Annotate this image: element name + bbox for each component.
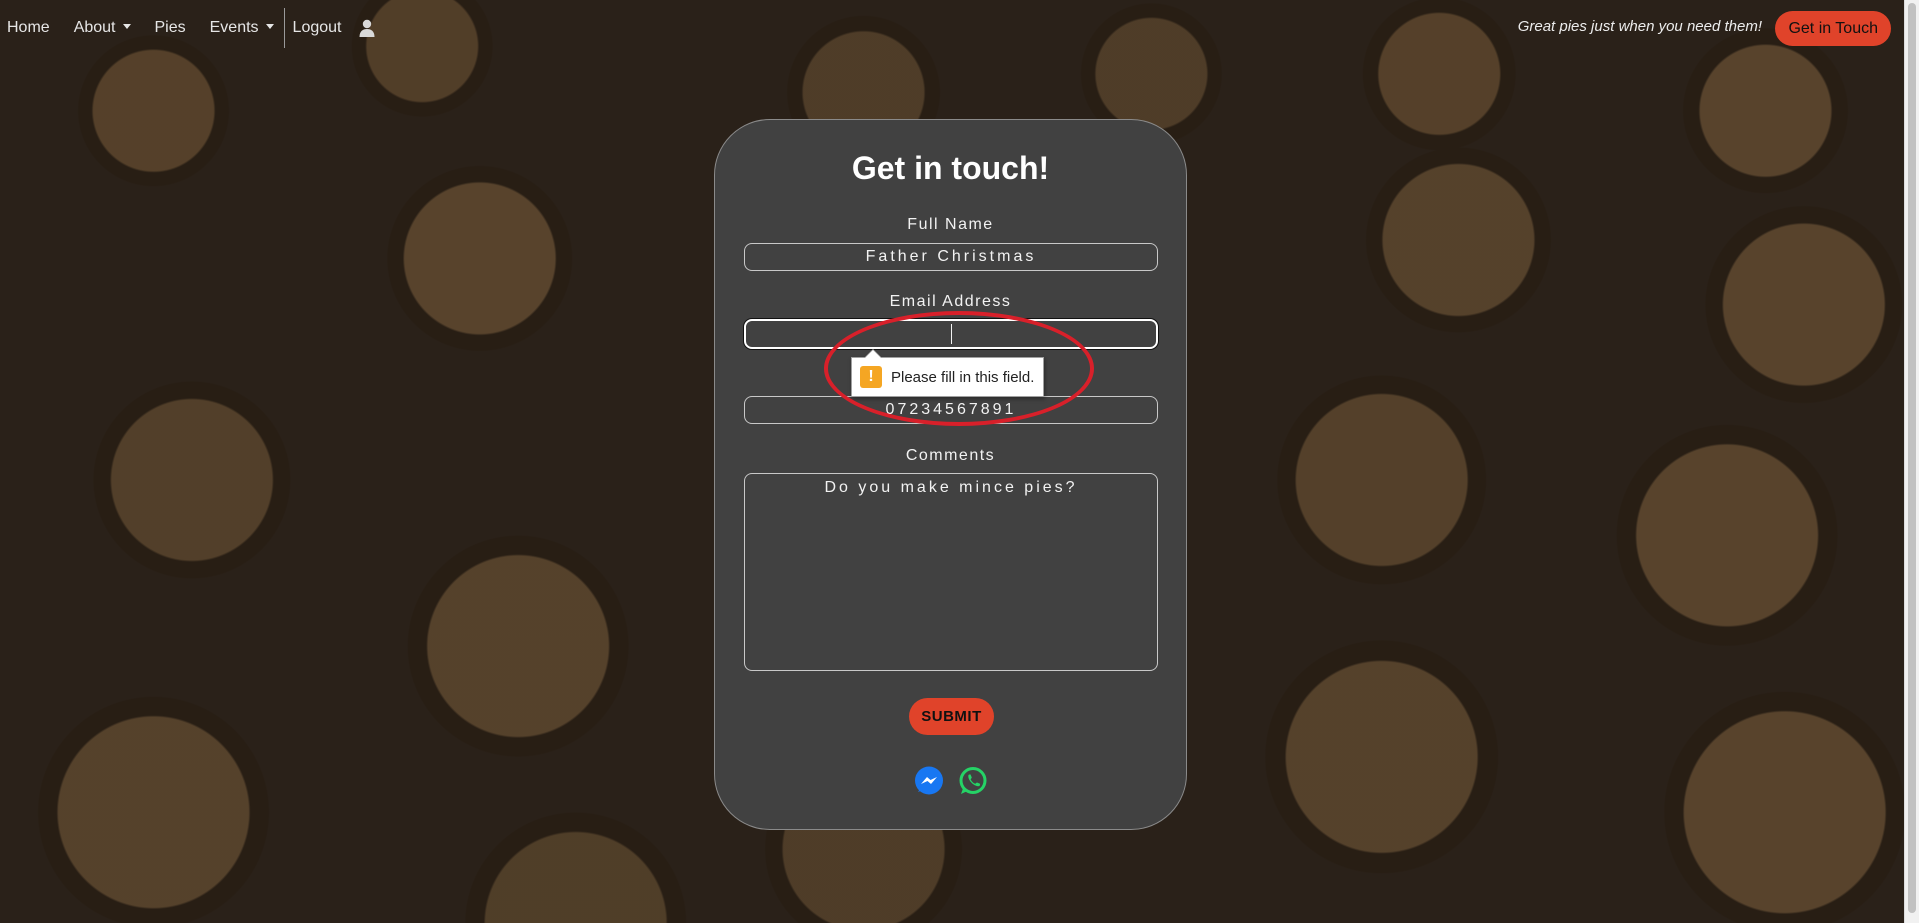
nav-events-label: Events	[209, 19, 259, 36]
nav-events-dropdown[interactable]: Events	[210, 19, 274, 37]
email-label: Email Address	[889, 293, 1012, 310]
nav-home-link[interactable]: Home	[7, 19, 50, 37]
whatsapp-icon[interactable]	[958, 766, 988, 796]
nav-about-label: About	[73, 19, 116, 36]
full-name-input[interactable]	[744, 243, 1158, 271]
form-title: Get in touch!	[851, 150, 1050, 186]
contact-form-card: Get in touch! Full Name Email Address Co…	[714, 119, 1187, 830]
navbar: Home About Pies Events Logout Great pies…	[0, 0, 1905, 56]
validation-message: Please fill in this field.	[891, 368, 1035, 386]
validation-tooltip: ! Please fill in this field.	[851, 349, 1045, 397]
messenger-icon[interactable]	[914, 766, 944, 796]
user-icon[interactable]	[359, 19, 375, 37]
phone-input[interactable]	[744, 396, 1158, 424]
chevron-down-icon	[265, 24, 274, 29]
get-in-touch-button[interactable]: Get in Touch	[1775, 11, 1891, 46]
comments-label: Comments	[905, 447, 996, 464]
nav-divider	[283, 8, 285, 48]
full-name-label: Full Name	[907, 216, 994, 233]
logout-link[interactable]: Logout	[293, 19, 342, 37]
nav-pies-link[interactable]: Pies	[155, 19, 186, 37]
tagline: Great pies just when you need them!	[1517, 18, 1762, 35]
scrollbar-thumb[interactable]	[1908, 3, 1916, 913]
chevron-down-icon	[122, 24, 131, 29]
page-scrollbar[interactable]	[1904, 0, 1919, 923]
submit-button[interactable]: SUBMIT	[909, 698, 994, 735]
warning-icon: !	[860, 366, 882, 388]
social-links	[715, 766, 1186, 796]
comments-textarea[interactable]: Do you make mince pies?	[744, 473, 1158, 671]
text-cursor	[951, 324, 952, 344]
nav-about-dropdown[interactable]: About	[74, 19, 131, 37]
nav-links: Home About Pies Events Logout	[7, 8, 375, 48]
